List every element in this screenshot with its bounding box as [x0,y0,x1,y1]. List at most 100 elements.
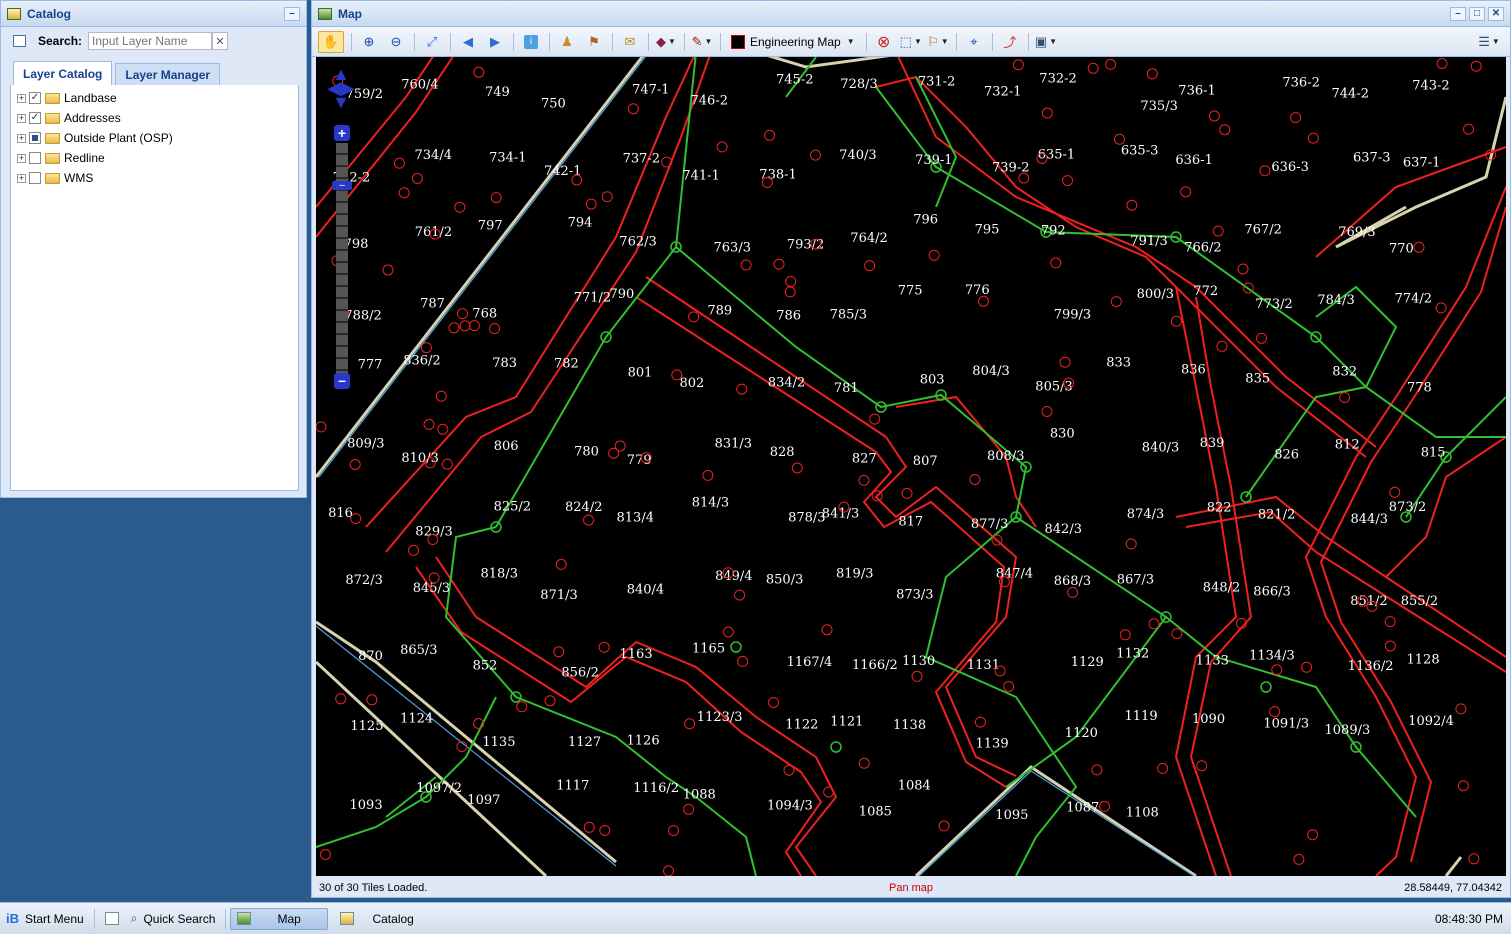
minimize-icon[interactable]: – [1450,6,1466,21]
parcel-marker [335,693,347,705]
more-menu-icon[interactable]: ☰ ▼ [1478,31,1500,53]
parcel-marker [1041,107,1053,119]
maximize-icon[interactable]: □ [1469,6,1485,21]
address-label: 804/3 [972,364,1009,379]
layer-search-bar: Search: ✕ [1,27,306,55]
address-label: 1085 [859,804,892,819]
measure-icon[interactable]: ⚑ [583,31,605,53]
zoom-out-button[interactable]: – [334,373,350,389]
taskbar-map-button[interactable]: Map [230,907,329,930]
parcel-marker [1216,340,1228,352]
address-label: 635-3 [1121,144,1158,159]
address-label: 829/3 [415,525,452,540]
catalog-titlebar: Catalog – [1,1,306,27]
layers-dropdown-icon[interactable]: ◆ ▼ [655,31,677,53]
select-dropdown-icon[interactable]: ⬚ ▼ [900,31,922,53]
folder-icon [45,172,60,184]
parcel-marker [448,322,460,334]
email-icon[interactable]: ✉ [619,31,641,53]
layer-checkbox[interactable] [29,172,41,184]
street-view-icon[interactable]: ♟ [556,31,578,53]
zoom-slider[interactable] [336,143,348,373]
expand-icon[interactable]: + [17,173,26,183]
tools-dropdown-icon[interactable]: ⚐ ▼ [927,31,949,53]
address-label: 777 [358,357,383,372]
expand-icon[interactable]: + [17,153,26,163]
parcel-marker [411,173,423,184]
layer-checkbox[interactable]: ✓ [29,112,41,124]
full-extent-icon[interactable]: ⤢ [421,31,443,53]
clear-icon[interactable]: ⊗ [873,31,895,53]
zoom-in-icon[interactable]: ⊕ [358,31,380,53]
expand-icon[interactable]: + [17,93,26,103]
pan-tool-icon[interactable]: ✋ [318,30,344,53]
previous-extent-icon[interactable]: ◀ [457,31,479,53]
layer-label: Redline [64,151,105,165]
tree-node-addresses[interactable]: + ✓ Addresses [11,108,298,128]
address-label: 768 [472,306,497,321]
zoom-out-icon[interactable]: ⊖ [385,31,407,53]
parcel-marker [1339,392,1351,403]
parcel-marker [1126,199,1138,211]
quick-note-icon[interactable] [99,908,125,930]
tree-node-redline[interactable]: + Redline [11,148,298,168]
layer-checkbox[interactable] [29,152,41,164]
map-style-select[interactable]: Engineering Map ▼ [727,31,859,53]
next-extent-icon[interactable]: ▶ [484,31,506,53]
parcel-marker [901,487,913,499]
expand-icon[interactable]: + [17,133,26,143]
layer-checkbox[interactable] [29,132,41,144]
tree-node-osp[interactable]: + Outside Plant (OSP) [11,128,298,148]
identify-icon[interactable]: i [520,31,542,53]
parcel-marker [1050,257,1062,269]
locate-icon[interactable]: ⌖ [963,31,985,53]
address-label: 743-2 [1412,78,1449,93]
toolbar-separator [684,32,685,51]
parcel-marker [938,820,950,832]
address-label: 812 [1335,437,1360,452]
layer-search-input[interactable] [88,32,213,50]
address-label: 1116/2 [633,781,679,796]
address-label: 637-1 [1403,156,1440,171]
address-label: 636-1 [1175,153,1212,168]
toolbar-separator [450,32,451,51]
address-label: 784/3 [1317,293,1354,308]
clear-search-icon[interactable]: ✕ [212,32,229,50]
close-icon[interactable]: ✕ [1488,6,1504,21]
parcel-marker [1171,628,1183,640]
address-label: 815 [1421,446,1446,461]
address-label: 783 [492,356,517,371]
address-label: 1166/2 [852,658,898,673]
parcel-marker [683,803,695,815]
taskbar-catalog-button[interactable]: Catalog [334,908,419,930]
tree-node-wms[interactable]: + WMS [11,168,298,188]
map-canvas[interactable]: 759/2 760/4 749 750 747-1 746-2 745-2 728/3 731-… [316,57,1506,876]
pan-arrows-icon[interactable]: ▲ ◀▶ ▼ [324,65,358,113]
parcel-marker [1170,315,1182,327]
route-icon[interactable]: ⤴ [999,31,1021,53]
layer-checkbox[interactable]: ✓ [29,92,41,104]
parcel-marker [702,469,714,481]
start-menu-button[interactable]: iB Start Menu [0,908,90,930]
print-dropdown-icon[interactable]: ▣ ▼ [1035,31,1057,53]
redline-dropdown-icon[interactable]: ✎ ▼ [691,31,713,53]
collapse-icon[interactable]: – [284,6,300,21]
red-cable-lines [316,57,1506,876]
toolbar-separator [1027,32,1029,51]
tree-node-landbase[interactable]: + ✓ Landbase [11,88,298,108]
toolbar-separator [991,32,993,51]
zoom-in-button[interactable]: + [334,125,350,141]
taskbar-separator [93,908,95,929]
parcel-marker [553,646,565,658]
parcel-marker [544,695,556,707]
zoom-slider-handle[interactable]: – [332,181,352,191]
address-label: 1124 [400,712,433,727]
quick-search-button[interactable]: ⌕ Quick Search [125,908,222,930]
tab-layer-catalog[interactable]: Layer Catalog [13,61,113,85]
tab-layer-manager[interactable]: Layer Manager [115,63,221,85]
parcel-marker [441,458,453,470]
add-layer-icon[interactable] [13,35,26,47]
expand-icon[interactable]: + [17,113,26,123]
parcel-marker [1119,629,1131,641]
parcel-marker [555,558,567,570]
